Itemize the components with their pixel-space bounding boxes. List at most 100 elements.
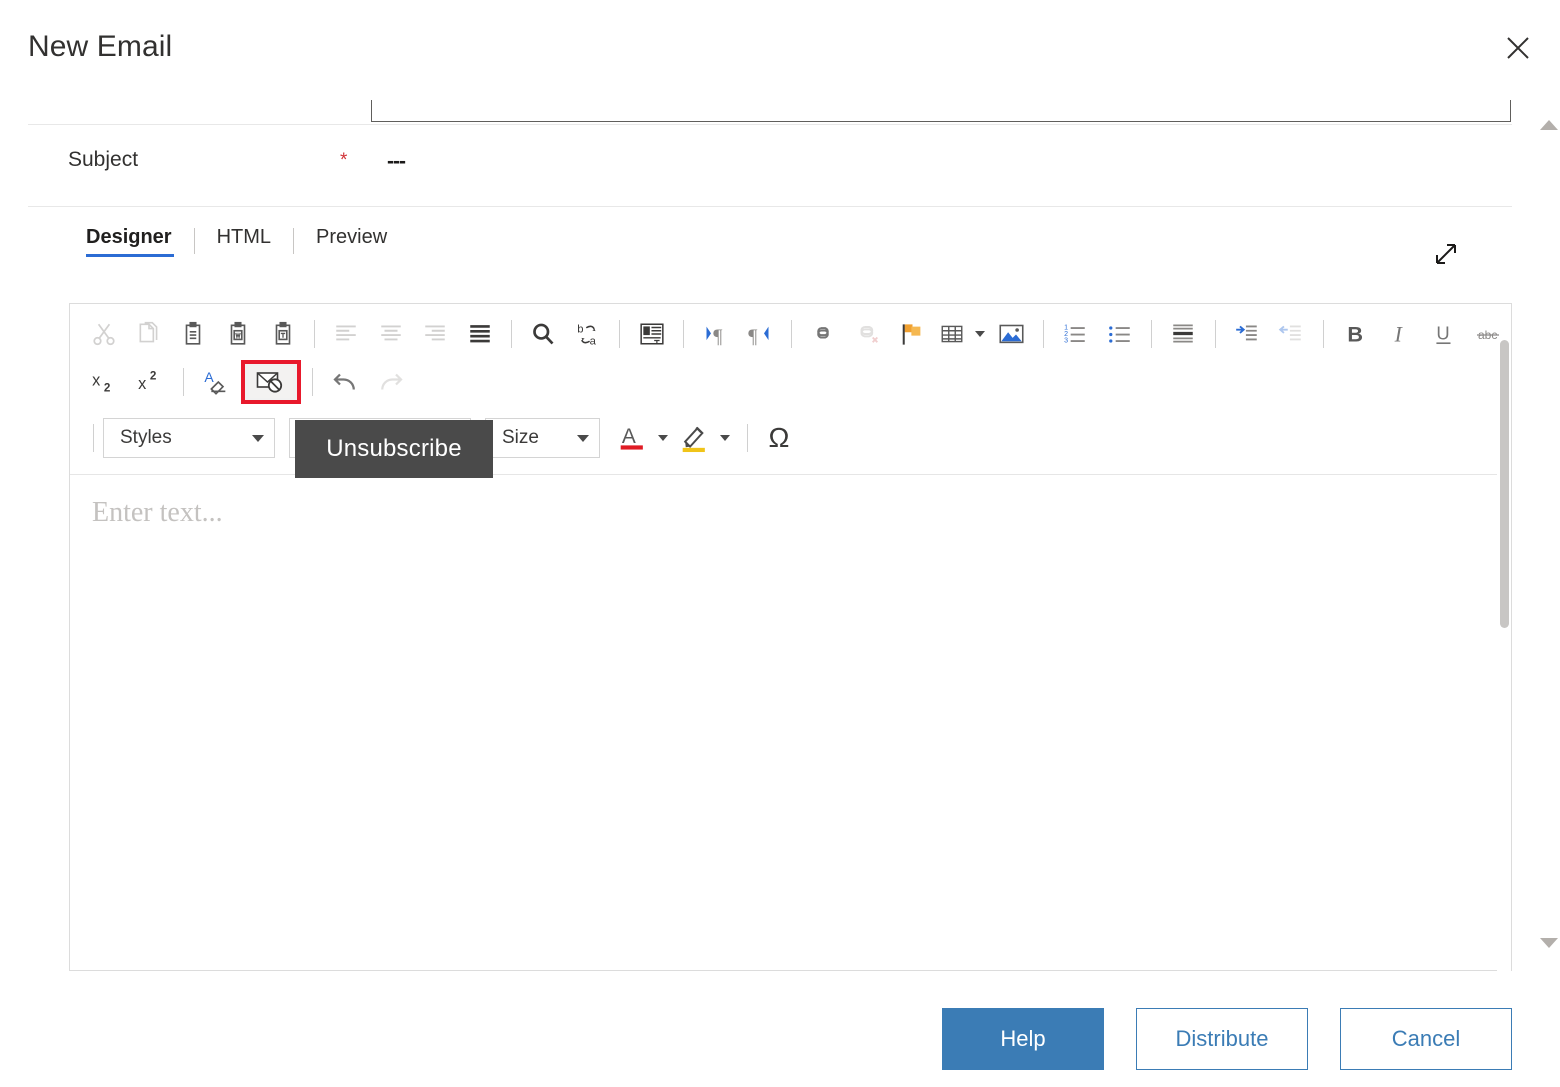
text-direction-ltr-button[interactable]: ¶ [693,313,738,355]
cancel-button[interactable]: Cancel [1340,1008,1512,1070]
tab-preview[interactable]: Preview [316,226,409,259]
toolbar-separator [1322,320,1324,348]
tab-preview-label: Preview [316,226,388,248]
toolbar-row-2: x 2 x 2 A [70,358,1511,406]
templates-icon [640,323,664,345]
tab-designer[interactable]: Designer [86,226,194,259]
toolbar-separator [791,320,793,348]
dialog-footer: Help Distribute Cancel [0,991,1560,1087]
numbered-list-button[interactable]: 123 [1053,313,1098,355]
svg-text:x: x [138,375,146,393]
paste-as-plain-text-icon [275,321,290,345]
tab-designer-label: Designer [86,226,172,248]
svg-text:A: A [622,425,636,448]
replace-button[interactable]: ba [566,313,611,355]
header-divider [28,124,1512,125]
italic-button[interactable]: I [1377,313,1422,355]
dialog-title-bar: New Email [0,0,1560,100]
toolbar-separator [93,424,94,452]
subscript-button[interactable]: x 2 [82,361,128,403]
toolbar-separator [312,368,313,396]
text-direction-rtl-button[interactable]: ¶ [738,313,783,355]
table-dropdown-caret[interactable] [975,331,986,337]
redo-button[interactable] [368,361,414,403]
toolbar-separator [747,424,748,452]
styles-dropdown[interactable]: Styles [103,418,275,458]
svg-text:A: A [204,369,214,385]
help-button[interactable]: Help [942,1008,1104,1070]
unlink-button[interactable] [846,313,891,355]
unsubscribe-button[interactable] [241,360,301,404]
toolbar-separator [683,320,684,348]
align-right-button[interactable] [413,313,458,355]
align-right-icon [425,325,446,341]
editor-content-area[interactable]: Enter text... [70,475,1511,965]
templates-button[interactable] [629,313,674,355]
decrease-indent-button[interactable] [1269,313,1314,355]
superscript-icon: x 2 [138,370,157,393]
underline-button[interactable]: U [1422,313,1467,355]
table-button[interactable] [935,313,989,355]
align-left-icon [336,325,356,341]
find-button[interactable] [521,313,566,355]
bold-button[interactable]: B [1333,313,1378,355]
link-icon [817,327,830,339]
copy-icon [139,321,158,343]
cut-button[interactable] [82,313,127,355]
unlink-icon [860,326,879,343]
expand-editor-button[interactable] [1425,233,1467,275]
chevron-down-icon [658,435,668,441]
anchor-flag-button[interactable] [890,313,935,355]
editor-scrollbar[interactable] [1497,340,1511,972]
text-direction-rtl-icon: ¶ [749,325,769,347]
page-scrollbar[interactable] [1532,110,1560,970]
undo-button[interactable] [322,361,368,403]
editor-tabs: Designer HTML Preview [86,226,409,274]
bulleted-list-button[interactable] [1097,313,1142,355]
text-color-icon: A [620,425,643,450]
text-color-button[interactable]: A [614,417,672,459]
close-button[interactable] [1496,26,1540,70]
bold-icon: B [1347,322,1363,347]
paste-from-word-button[interactable] [216,313,261,355]
superscript-button[interactable]: x 2 [128,361,174,403]
align-center-button[interactable] [369,313,414,355]
paste-as-plain-text-button[interactable] [260,313,305,355]
highlight-color-button[interactable] [676,417,734,459]
numbered-list-icon: 123 [1064,325,1085,345]
align-left-button[interactable] [324,313,369,355]
editor-placeholder: Enter text... [92,497,223,528]
subscript-icon: x 2 [92,372,111,395]
subject-value[interactable]: --- [387,150,406,174]
editor-scrollbar-thumb[interactable] [1500,340,1509,628]
copy-button[interactable] [127,313,172,355]
tooltip: Unsubscribe [295,420,493,478]
link-button[interactable] [801,313,846,355]
increase-indent-button[interactable] [1225,313,1270,355]
find-icon [533,323,554,344]
tab-separator [293,228,295,254]
decrease-indent-icon [1279,325,1302,341]
special-character-button[interactable]: Ω [757,417,801,459]
toolbar-separator [1150,320,1152,348]
paste-button[interactable] [171,313,216,355]
unsubscribe-button-inner [249,366,293,398]
image-icon [999,324,1024,343]
highlight-color-icon [682,426,705,453]
scrolled-field-remnant[interactable] [371,100,1511,122]
text-direction-ltr-icon: ¶ [706,325,722,347]
distribute-button[interactable]: Distribute [1136,1008,1308,1070]
scroll-down-arrow-icon[interactable] [1540,938,1558,948]
justify-button[interactable] [458,313,503,355]
image-button[interactable] [989,313,1034,355]
tab-html[interactable]: HTML [217,226,293,259]
chevron-down-icon [720,435,730,441]
scroll-up-arrow-icon[interactable] [1540,120,1558,130]
subject-label: Subject [68,148,139,171]
omega-icon: Ω [768,422,790,453]
remove-format-button[interactable]: A [193,361,239,403]
horizontal-rule-button[interactable] [1161,313,1206,355]
chevron-down-icon [577,434,589,442]
size-dropdown[interactable]: Size [485,418,600,458]
italic-icon: I [1393,323,1403,347]
